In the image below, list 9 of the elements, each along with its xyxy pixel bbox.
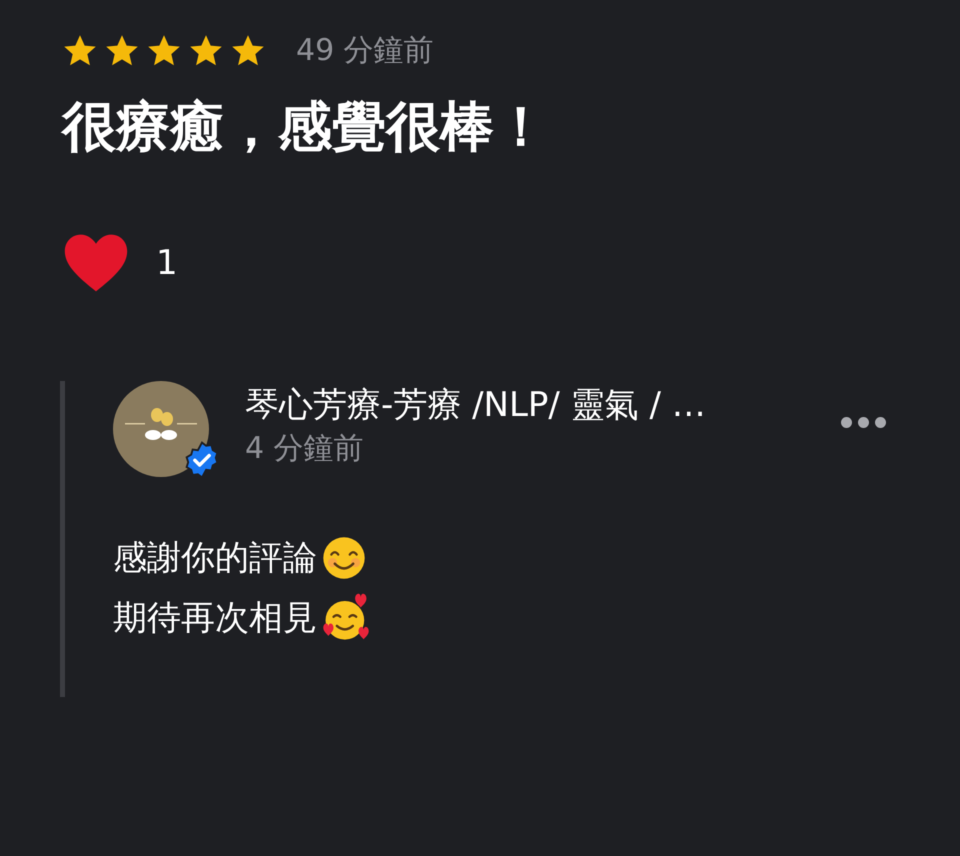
review-time: 49 分鐘前	[296, 32, 434, 70]
reply-text: 期待再次相見	[113, 597, 317, 640]
review-text: 很療癒，感覺很棒！	[62, 95, 548, 159]
smiling-face-icon	[321, 535, 367, 581]
more-options-button[interactable]	[841, 417, 886, 428]
author-name[interactable]: 琴心芳療-芳療 /NLP/ 靈氣 / …	[245, 381, 706, 429]
reply-time: 4 分鐘前	[245, 430, 365, 468]
reply-text: 感謝你的評論	[113, 537, 317, 580]
reaction-count: 1	[156, 242, 178, 284]
